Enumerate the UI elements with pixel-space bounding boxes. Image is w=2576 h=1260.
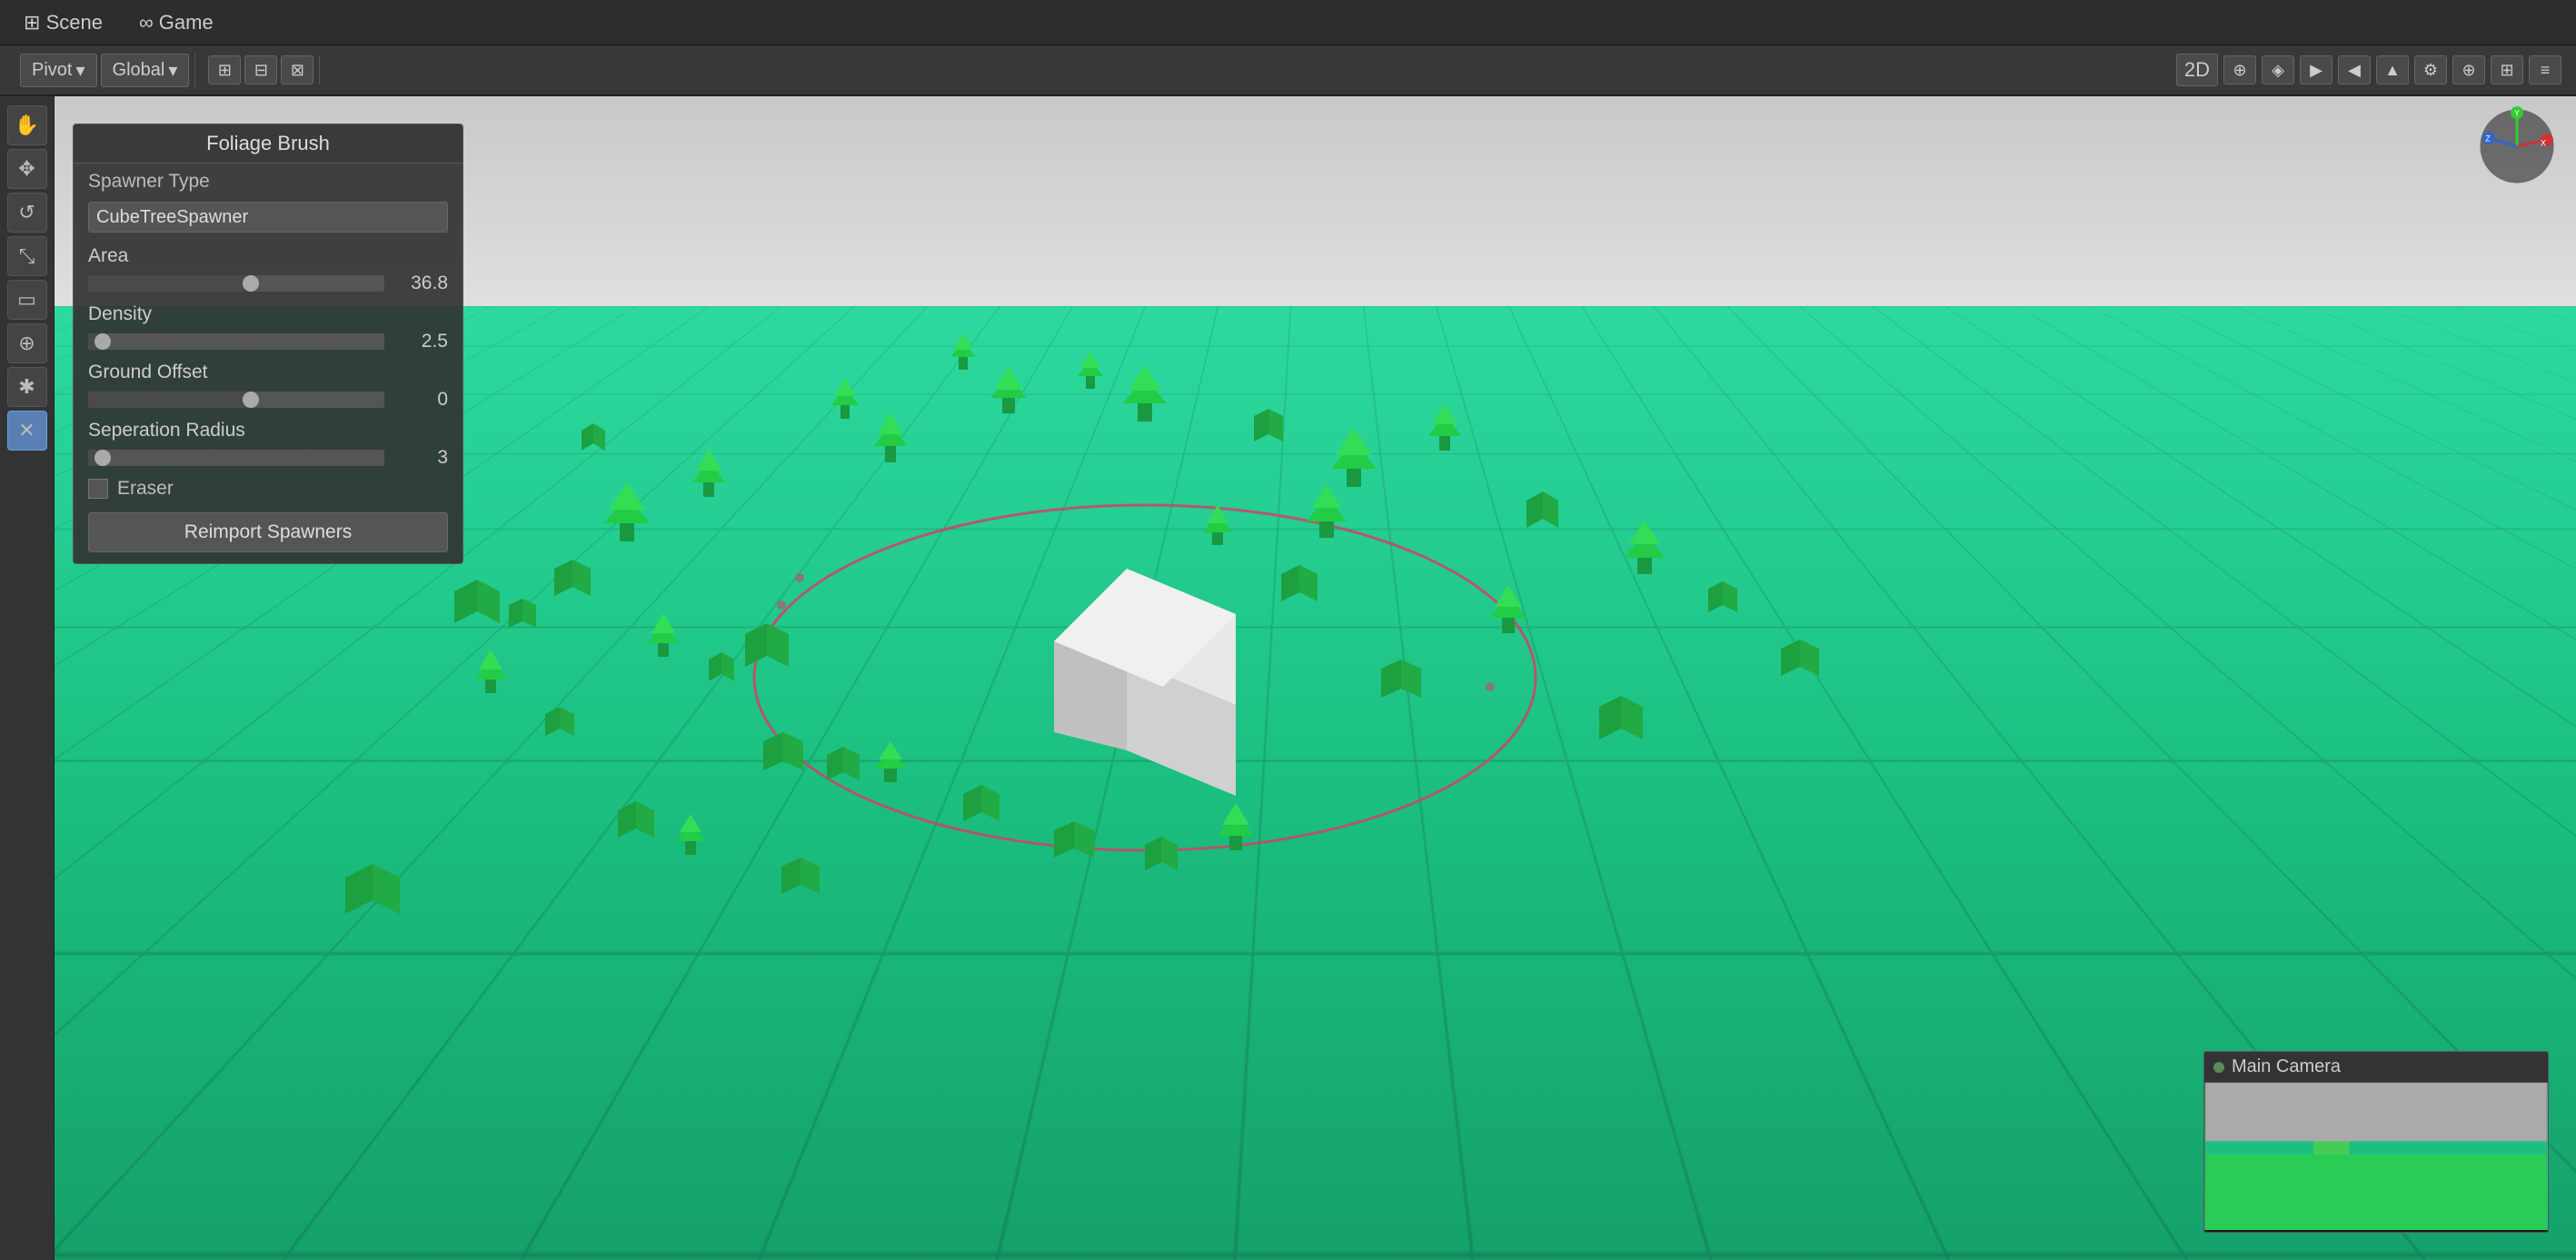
- toolbar-icon-3[interactable]: ▶: [2300, 55, 2332, 84]
- svg-text:Z: Z: [2485, 134, 2491, 143]
- mode-2d-label: 2D: [2176, 54, 2218, 86]
- global-label: Global: [113, 60, 165, 81]
- main-camera-title-bar: Main Camera: [2204, 1052, 2548, 1083]
- eraser-checkbox[interactable]: [88, 479, 108, 499]
- split-view-btn[interactable]: ⊠: [281, 55, 313, 84]
- view-mode-group: ⊞ ⊟ ⊠: [203, 55, 320, 84]
- toolbar-icon-4[interactable]: ◀: [2338, 55, 2371, 84]
- density-value: 2.5: [393, 331, 448, 352]
- toolbar-icon-5[interactable]: ▲: [2376, 55, 2409, 84]
- svg-text:X: X: [2541, 138, 2546, 147]
- svg-text:Y: Y: [2514, 108, 2520, 117]
- global-button[interactable]: Global ▾: [101, 54, 190, 87]
- foliage-panel: Foliage Brush Spawner Type CubeTreeSpawn…: [73, 124, 463, 564]
- grid-view-btn[interactable]: ⊞: [208, 55, 241, 84]
- main-camera-view: Main Camera: [2203, 1051, 2549, 1233]
- main-content: ✋ ✥ ↺ ⤡ ▭ ⊕ ✱ ✕: [0, 96, 2576, 1260]
- density-slider-row: 2.5: [74, 327, 462, 356]
- scene-icon: ⊞: [24, 11, 40, 34]
- density-label: Density: [74, 298, 462, 327]
- camera-preview: [2204, 1083, 2548, 1230]
- menu-scene[interactable]: ⊞ Scene: [15, 7, 112, 38]
- ground-offset-slider[interactable]: [88, 392, 384, 408]
- global-dropdown-icon: ▾: [168, 59, 177, 82]
- tool-scale[interactable]: ⤡: [7, 236, 47, 276]
- tool-move[interactable]: ✥: [7, 149, 47, 189]
- game-label: Game: [159, 11, 214, 34]
- pivot-dropdown-icon: ▾: [75, 59, 85, 82]
- density-slider[interactable]: [88, 333, 384, 350]
- toolbar-icon-2[interactable]: ◈: [2262, 55, 2294, 84]
- left-toolbar: ✋ ✥ ↺ ⤡ ▭ ⊕ ✱ ✕: [0, 96, 55, 1260]
- pivot-group: Pivot ▾ Global ▾: [15, 54, 195, 87]
- eraser-row: Eraser: [74, 472, 462, 505]
- tool-custom1[interactable]: ✱: [7, 367, 47, 407]
- area-value: 36.8: [393, 273, 448, 294]
- spawner-type-select[interactable]: CubeTreeSpawner: [88, 202, 448, 233]
- toolbar-icon-8[interactable]: ⊞: [2491, 55, 2523, 84]
- eraser-label: Eraser: [117, 478, 235, 500]
- area-slider[interactable]: [88, 275, 384, 292]
- separation-radius-label: Seperation Radius: [74, 414, 462, 443]
- spawner-type-select-row: CubeTreeSpawner: [74, 200, 462, 240]
- tool-rotate[interactable]: ↺: [7, 193, 47, 233]
- tool-custom2[interactable]: ✕: [7, 411, 47, 451]
- toolbar: Pivot ▾ Global ▾ ⊞ ⊟ ⊠ 2D ⊕ ◈ ▶ ◀ ▲ ⚙ ⊕ …: [0, 45, 2576, 96]
- area-label: Area: [74, 240, 462, 269]
- toolbar-right: 2D ⊕ ◈ ▶ ◀ ▲ ⚙ ⊕ ⊞ ≡: [2176, 54, 2561, 86]
- spawner-type-label: Spawner Type: [88, 171, 210, 193]
- camera-status-dot: [2213, 1062, 2224, 1073]
- scene-label: Scene: [46, 11, 103, 34]
- orientation-gizmo: X Y Z: [2476, 105, 2558, 187]
- menu-bar: ⊞ Scene ∞ Game: [0, 0, 2576, 45]
- scene-viewport[interactable]: X Y Z Foliage Brush Spawner Type CubeTre…: [55, 96, 2576, 1260]
- tool-hand[interactable]: ✋: [7, 105, 47, 145]
- game-icon: ∞: [139, 11, 154, 34]
- toolbar-icon-7[interactable]: ⊕: [2452, 55, 2485, 84]
- spawner-type-row: Spawner Type: [74, 164, 462, 200]
- pivot-button[interactable]: Pivot ▾: [20, 54, 97, 87]
- toolbar-icon-9[interactable]: ≡: [2529, 55, 2561, 84]
- main-camera-label: Main Camera: [2232, 1057, 2341, 1077]
- tool-transform[interactable]: ⊕: [7, 323, 47, 363]
- pivot-label: Pivot: [32, 60, 72, 81]
- toolbar-icon-6[interactable]: ⚙: [2414, 55, 2447, 84]
- toolbar-icon-1[interactable]: ⊕: [2223, 55, 2256, 84]
- list-view-btn[interactable]: ⊟: [244, 55, 277, 84]
- tool-rect[interactable]: ▭: [7, 280, 47, 320]
- foliage-panel-title: Foliage Brush: [74, 124, 462, 164]
- separation-slider-row: 3: [74, 443, 462, 472]
- separation-slider[interactable]: [88, 450, 384, 466]
- ground-offset-slider-row: 0: [74, 385, 462, 414]
- ground-offset-label: Ground Offset: [74, 356, 462, 385]
- separation-value: 3: [393, 447, 448, 469]
- area-slider-row: 36.8: [74, 269, 462, 298]
- reimport-spawners-button[interactable]: Reimport Spawners: [88, 512, 448, 552]
- ground-offset-value: 0: [393, 389, 448, 411]
- menu-game[interactable]: ∞ Game: [130, 7, 223, 38]
